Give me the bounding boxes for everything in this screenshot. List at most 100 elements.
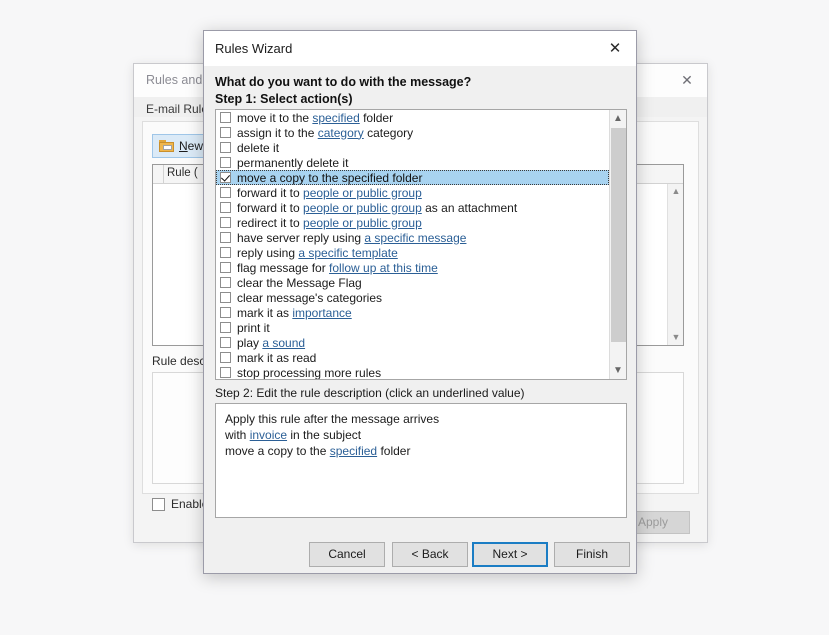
action-checkbox[interactable] xyxy=(220,157,231,168)
action-1-text-0: assign it to the xyxy=(237,125,318,140)
action-7-link-1[interactable]: people or public group xyxy=(303,216,422,230)
rules-list-header-label: Rule ( xyxy=(167,167,198,179)
action-1-link-1[interactable]: category xyxy=(318,126,364,140)
chevron-down-icon[interactable]: ▼ xyxy=(668,330,684,345)
action-0-link-1[interactable]: specified xyxy=(312,111,359,125)
action-row[interactable]: have server reply using a specific messa… xyxy=(216,230,609,245)
step2-label: Step 2: Edit the rule description (click… xyxy=(215,386,525,400)
action-row[interactable]: flag message for follow up at this time xyxy=(216,260,609,275)
action-16-text-0: mark it as read xyxy=(237,350,317,365)
action-12-text-0: clear message's categories xyxy=(237,290,383,305)
action-6-text-2: as an attachment xyxy=(421,200,518,215)
close-icon[interactable]: ✕ xyxy=(600,37,630,61)
action-checkbox[interactable] xyxy=(220,217,231,228)
next-button[interactable]: Next > xyxy=(472,542,548,567)
chevron-down-icon[interactable]: ▼ xyxy=(610,362,626,379)
action-row[interactable]: move it to the specified folder xyxy=(216,110,609,125)
cancel-button[interactable]: Cancel xyxy=(309,542,385,567)
action-checkbox[interactable] xyxy=(220,277,231,288)
enable-rule-checkbox-row[interactable]: Enable xyxy=(152,497,208,511)
action-label: mark it as read xyxy=(237,351,316,365)
action-6-link-1[interactable]: people or public group xyxy=(303,201,422,215)
action-3-text-0: permanently delete it xyxy=(237,155,349,170)
desc-2-text-2: folder xyxy=(377,444,411,458)
action-label: move it to the specified folder xyxy=(237,111,393,125)
action-8-text-0: have server reply using xyxy=(237,230,365,245)
action-10-link-1[interactable]: follow up at this time xyxy=(329,261,438,275)
action-label: flag message for follow up at this time xyxy=(237,261,438,275)
close-icon[interactable]: ✕ xyxy=(677,72,697,88)
action-checkbox[interactable] xyxy=(220,202,231,213)
rules-list-scrollbar[interactable]: ▲ ▼ xyxy=(667,184,683,345)
desc-2-text-0: move a copy to the xyxy=(225,444,330,458)
action-15-link-1[interactable]: a sound xyxy=(262,336,305,350)
action-label: play a sound xyxy=(237,336,305,350)
scrollbar-thumb[interactable] xyxy=(611,128,626,342)
action-checkbox[interactable] xyxy=(220,172,231,183)
action-14-text-0: print it xyxy=(237,320,270,335)
action-5-text-0: forward it to xyxy=(237,185,304,200)
action-row[interactable]: mark it as read xyxy=(216,350,609,365)
action-row[interactable]: play a sound xyxy=(216,335,609,350)
action-8-link-1[interactable]: a specific message xyxy=(364,231,466,245)
action-checkbox[interactable] xyxy=(220,352,231,363)
action-row[interactable]: delete it xyxy=(216,140,609,155)
action-1-text-2: category xyxy=(363,125,414,140)
action-checkbox[interactable] xyxy=(220,367,231,378)
back-button[interactable]: < Back xyxy=(392,542,468,567)
chevron-up-icon[interactable]: ▲ xyxy=(610,110,626,127)
action-label: mark it as importance xyxy=(237,306,352,320)
action-checkbox[interactable] xyxy=(220,337,231,348)
action-row[interactable]: permanently delete it xyxy=(216,155,609,170)
desc-1-text-2: in the subject xyxy=(287,428,362,442)
action-2-text-0: delete it xyxy=(237,140,280,155)
action-row[interactable]: stop processing more rules xyxy=(216,365,609,379)
action-row[interactable]: mark it as importance xyxy=(216,305,609,320)
desc-2-link-1[interactable]: specified xyxy=(330,444,377,458)
action-list-scrollbar[interactable]: ▲ ▼ xyxy=(609,110,626,379)
dialog-question: What do you want to do with the message? xyxy=(215,75,472,89)
rule-description-editor[interactable]: Apply this rule after the message arrive… xyxy=(215,403,627,518)
rules-wizard-dialog: Rules Wizard ✕ What do you want to do wi… xyxy=(203,30,637,574)
desc-1-text-0: with xyxy=(225,428,250,442)
new-folder-icon xyxy=(159,140,174,152)
action-checkbox[interactable] xyxy=(220,322,231,333)
new-rule-accesskey: N xyxy=(179,139,188,153)
action-15-text-0: play xyxy=(237,335,263,350)
action-checkbox[interactable] xyxy=(220,187,231,198)
tab-email-rules[interactable]: E-mail Rule xyxy=(146,102,208,116)
action-label: delete it xyxy=(237,141,279,155)
action-row[interactable]: print it xyxy=(216,320,609,335)
action-list[interactable]: move it to the specified folder assign it… xyxy=(215,109,627,380)
action-label: clear the Message Flag xyxy=(237,276,362,290)
action-checkbox[interactable] xyxy=(220,262,231,273)
action-13-link-1[interactable]: importance xyxy=(292,306,351,320)
finish-button[interactable]: Finish xyxy=(554,542,630,567)
action-checkbox[interactable] xyxy=(220,142,231,153)
action-row[interactable]: assign it to the category category xyxy=(216,125,609,140)
action-checkbox[interactable] xyxy=(220,127,231,138)
action-checkbox[interactable] xyxy=(220,292,231,303)
enable-rule-checkbox[interactable] xyxy=(152,497,165,511)
chevron-up-icon[interactable]: ▲ xyxy=(668,184,684,199)
action-row[interactable]: move a copy to the specified folder xyxy=(216,170,609,185)
action-row[interactable]: forward it to people or public group as … xyxy=(216,200,609,215)
action-5-link-1[interactable]: people or public group xyxy=(303,186,422,200)
action-row[interactable]: redirect it to people or public group xyxy=(216,215,609,230)
description-line: with invoice in the subject xyxy=(225,427,617,443)
action-checkbox[interactable] xyxy=(220,247,231,258)
action-13-text-0: mark it as xyxy=(237,305,293,320)
action-row[interactable]: reply using a specific template xyxy=(216,245,609,260)
dialog-titlebar: Rules Wizard ✕ xyxy=(204,31,636,66)
action-9-link-1[interactable]: a specific template xyxy=(298,246,397,260)
action-checkbox[interactable] xyxy=(220,307,231,318)
action-label: move a copy to the specified folder xyxy=(237,171,422,185)
action-row[interactable]: clear the Message Flag xyxy=(216,275,609,290)
action-checkbox[interactable] xyxy=(220,112,231,123)
action-checkbox[interactable] xyxy=(220,232,231,243)
action-0-text-0: move it to the xyxy=(237,110,313,125)
action-7-text-0: redirect it to xyxy=(237,215,304,230)
desc-1-link-1[interactable]: invoice xyxy=(250,428,287,442)
action-row[interactable]: forward it to people or public group xyxy=(216,185,609,200)
action-row[interactable]: clear message's categories xyxy=(216,290,609,305)
